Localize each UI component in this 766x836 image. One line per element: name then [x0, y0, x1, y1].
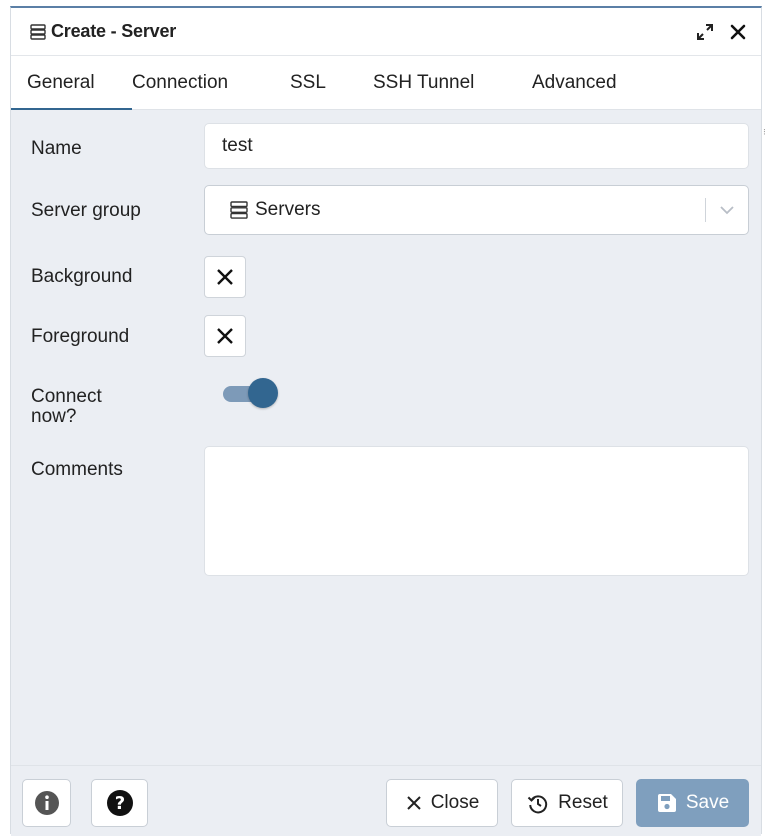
save-button[interactable]: Save [636, 779, 749, 827]
connect-now-label-line1: Connect [31, 386, 102, 407]
server-group-label: Server group [31, 200, 141, 221]
connect-now-label-line2: now? [31, 406, 77, 427]
server-icon [229, 200, 249, 220]
dialog-title: Create - Server [51, 21, 177, 41]
help-icon: ? [106, 789, 134, 817]
info-icon [33, 789, 61, 817]
name-input[interactable]: test [204, 123, 749, 169]
server-group-select[interactable]: Servers [204, 185, 749, 235]
general-panel: Name test Server group Servers Backgroun… [11, 110, 761, 765]
reset-button-label: Reset [558, 792, 608, 813]
help-button[interactable]: ? [91, 779, 148, 827]
select-separator [705, 198, 706, 222]
tab-ssh-tunnel[interactable]: SSH Tunnel [373, 56, 532, 110]
tab-advanced-label: Advanced [532, 71, 617, 93]
name-input-value: test [222, 135, 253, 156]
save-button-label: Save [685, 792, 730, 813]
maximize-icon[interactable] [695, 22, 715, 42]
name-label: Name [31, 138, 82, 159]
tab-advanced[interactable]: Advanced [532, 56, 632, 110]
comments-label: Comments [31, 459, 123, 480]
dialog-footer: ? Close Reset Save [11, 765, 761, 836]
dialog-titlebar: Create - Server [11, 8, 761, 56]
toggle-knob [248, 378, 278, 408]
background-label: Background [31, 266, 133, 287]
tab-general[interactable]: General [11, 56, 132, 111]
connect-now-toggle[interactable] [221, 378, 279, 408]
reset-icon [526, 791, 550, 815]
tab-ssl-label: SSL [290, 71, 326, 93]
background-color-picker[interactable] [204, 256, 246, 298]
close-button[interactable]: Close [386, 779, 498, 827]
title-actions [695, 22, 747, 42]
tab-connection[interactable]: Connection [132, 56, 290, 110]
tab-ssl[interactable]: SSL [290, 56, 373, 110]
svg-text:?: ? [114, 793, 124, 814]
foreground-label: Foreground [31, 326, 130, 347]
close-icon [405, 794, 423, 812]
x-icon [213, 265, 237, 289]
server-group-value: Servers [255, 199, 321, 220]
info-button[interactable] [22, 779, 71, 827]
tab-connection-label: Connection [132, 71, 229, 93]
server-icon [29, 23, 47, 41]
comments-textarea[interactable] [204, 446, 749, 576]
save-icon [656, 792, 678, 814]
foreground-color-picker[interactable] [204, 315, 246, 357]
connect-now-label: Connect now? [31, 386, 102, 428]
create-server-dialog: Create - Server General Connection SSL S… [10, 6, 762, 836]
chevron-down-icon[interactable] [718, 201, 736, 219]
tab-ssh-tunnel-label: SSH Tunnel [373, 71, 475, 93]
tab-bar: General Connection SSL SSH Tunnel Advanc… [11, 56, 761, 111]
reset-button[interactable]: Reset [511, 779, 623, 827]
close-icon[interactable] [729, 23, 747, 41]
x-icon [213, 324, 237, 348]
tab-general-label: General [27, 71, 95, 93]
close-button-label: Close [430, 792, 480, 813]
